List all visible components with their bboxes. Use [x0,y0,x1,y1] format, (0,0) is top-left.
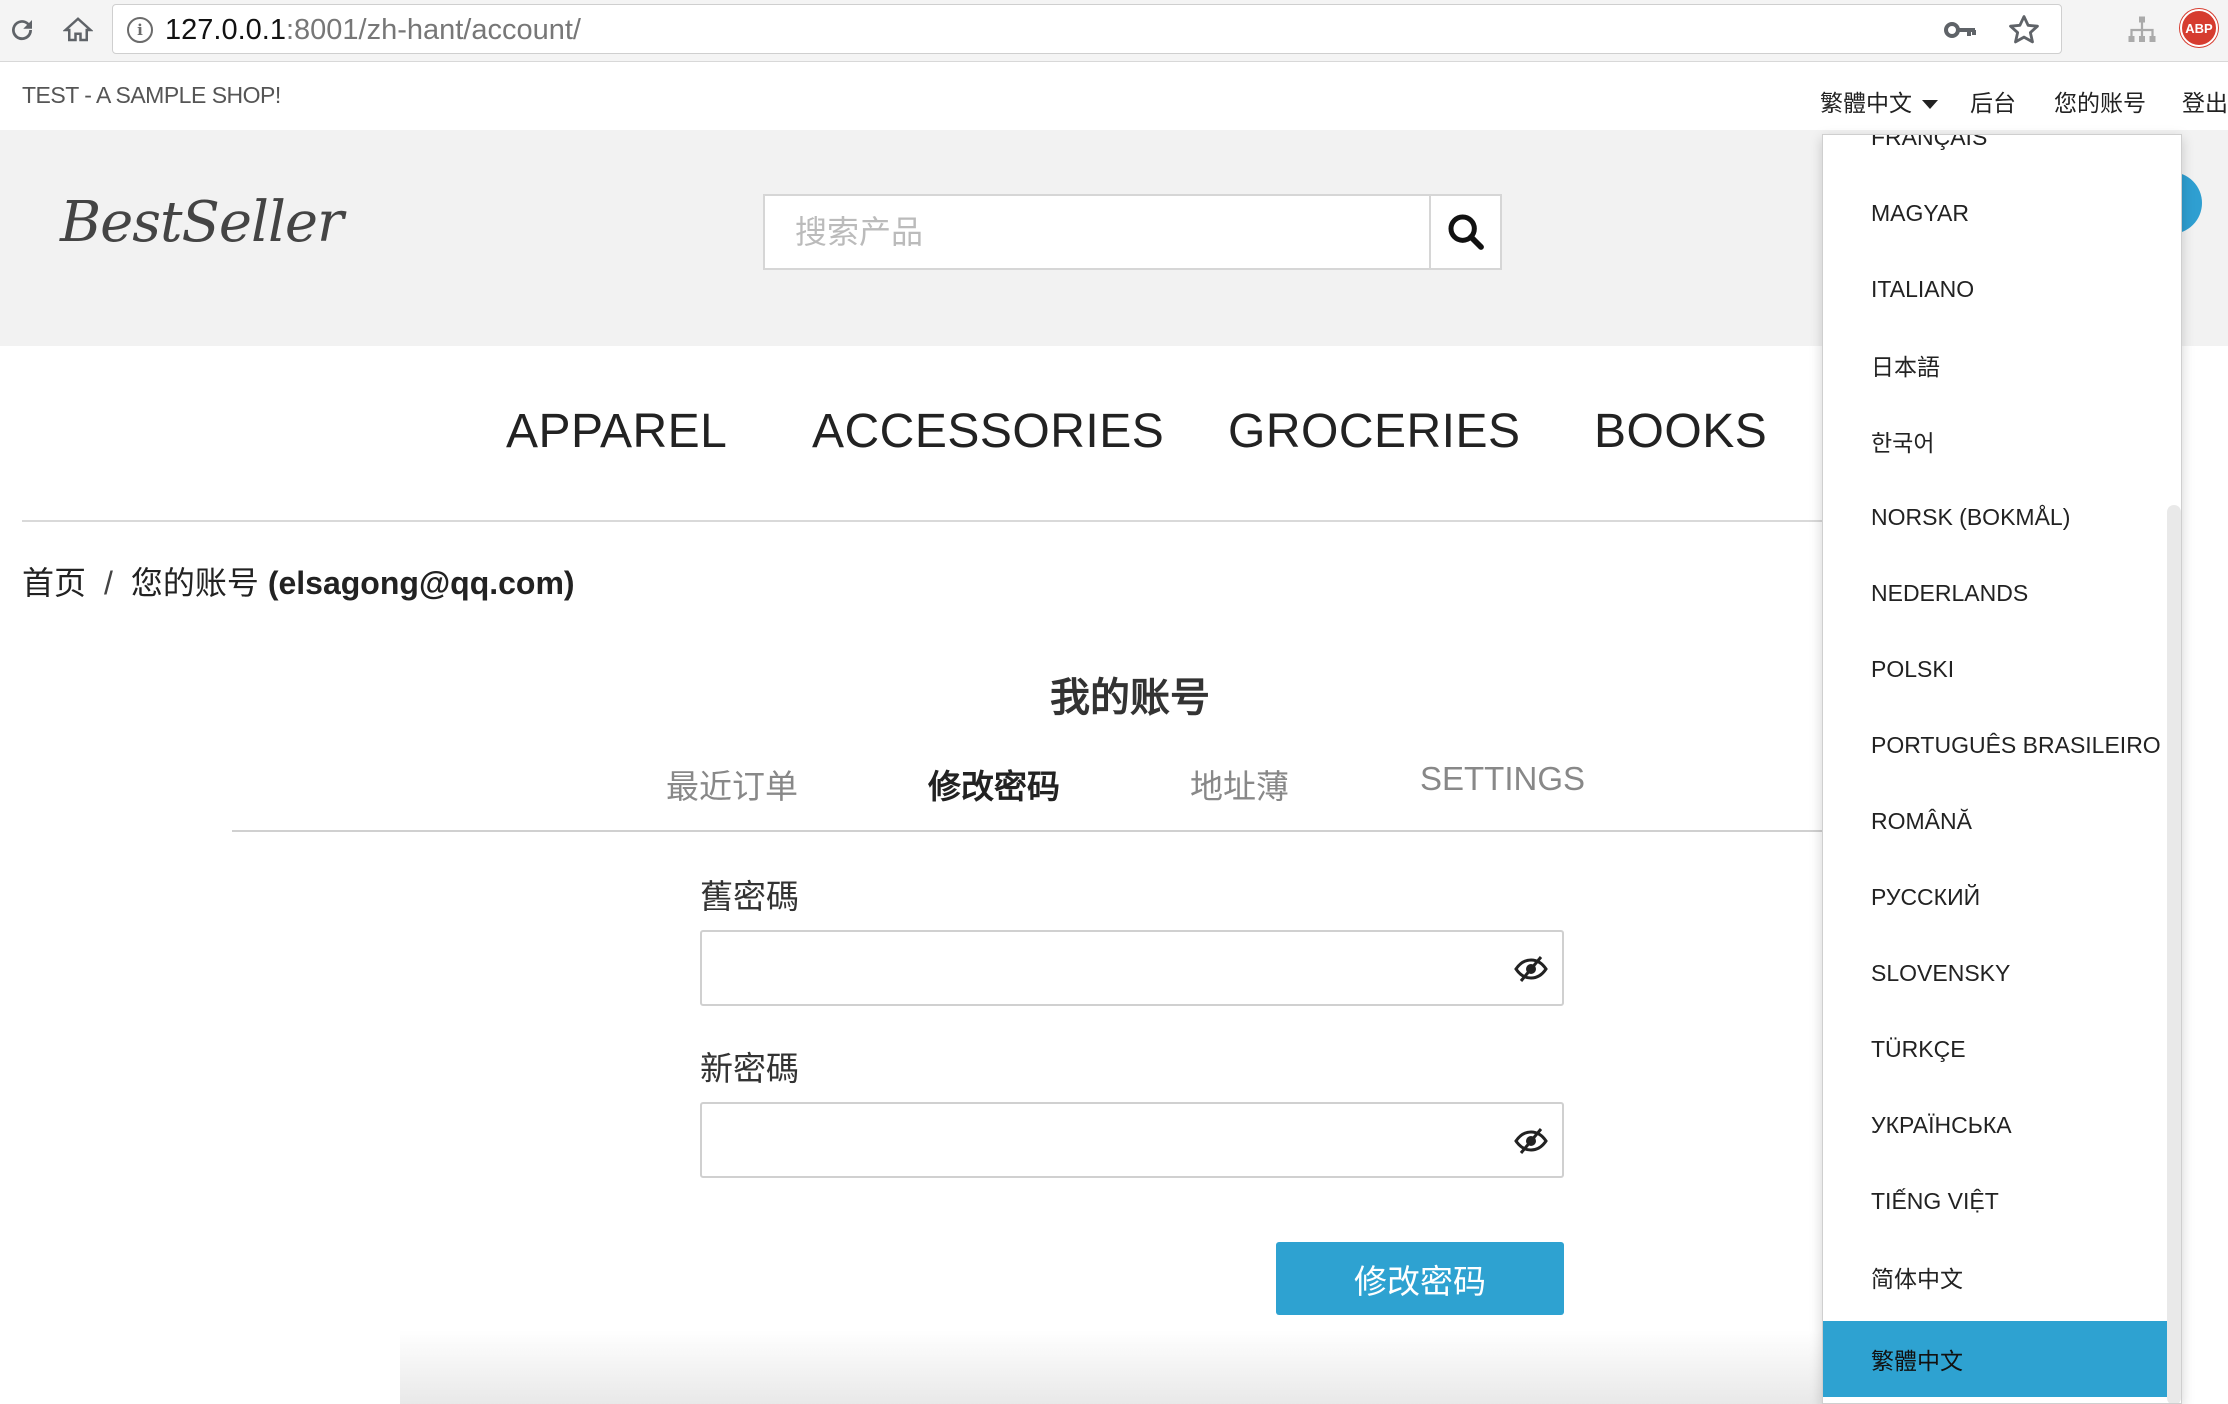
new-password-label: 新密碼 [700,1050,799,1087]
top-bar: TEST - A SAMPLE SHOP! 繁體中文 后台 您的账号 登出 [0,64,2228,130]
tab-change-password[interactable]: 修改密码 [928,760,1060,808]
address-bar[interactable]: i 127.0.0.1:8001/zh-hant/account/ [112,4,2062,54]
bottom-shadow [400,1330,1830,1404]
search-input[interactable] [765,196,1429,268]
language-dropdown-toggle[interactable]: 繁體中文 [1820,84,1938,118]
lang-item-slovensky[interactable]: SLOVENSKY [1823,935,2167,1011]
account-link[interactable]: 您的账号 [2054,84,2146,118]
lang-item-turkce[interactable]: TÜRKÇE [1823,1011,2167,1087]
reload-icon[interactable] [2,10,42,50]
caret-down-icon [1922,100,1938,110]
url-path: :8001/zh-hant/account/ [285,14,581,46]
nav-divider [22,520,1822,522]
lang-item-nederlands[interactable]: NEDERLANDS [1823,555,2167,631]
key-icon[interactable] [1943,16,1977,44]
breadcrumb-home[interactable]: 首页 [22,565,86,601]
lang-item-korean[interactable]: 한국어 [1823,403,2167,479]
lang-item-traditional-chinese[interactable]: 繁體中文 [1823,1321,2167,1397]
lang-item-ukrainian[interactable]: УКРАЇНСЬКА [1823,1087,2167,1163]
site-logo[interactable]: BestSeller [60,190,344,255]
tabs-divider [232,830,1822,832]
url-text: 127.0.0.1:8001/zh-hant/account/ [165,14,581,47]
breadcrumb: 首页 / 您的账号 (elsagong@qq.com) [22,558,575,604]
change-password-button[interactable]: 修改密码 [1276,1242,1564,1315]
lang-item-russian[interactable]: РУССКИЙ [1823,859,2167,935]
eye-slash-icon[interactable] [1514,1126,1548,1156]
language-menu: FRANÇAIS MAGYAR ITALIANO 日本語 한국어 NORSK (… [1822,134,2182,1404]
breadcrumb-email: (elsagong@qq.com) [267,565,575,601]
home-icon[interactable] [58,10,98,50]
language-menu-scrollbar[interactable] [2167,505,2181,1403]
old-password-box [700,930,1564,1006]
nav-item-books[interactable]: BOOKS [1594,404,1767,459]
bookmark-star-icon[interactable] [2007,13,2041,47]
lang-item-francais[interactable]: FRANÇAIS [1823,135,2167,175]
breadcrumb-separator: / [104,565,113,601]
search-button[interactable] [1429,194,1502,270]
old-password-input[interactable] [702,932,1562,1004]
tab-recent-orders[interactable]: 最近订单 [666,760,798,808]
lang-item-polski[interactable]: POLSKI [1823,631,2167,707]
tab-address-book[interactable]: 地址薄 [1190,760,1289,808]
lang-item-portugues[interactable]: PORTUGUÊS BRASILEIRO [1823,707,2167,783]
breadcrumb-current: 您的账号 [130,565,259,601]
language-current: 繁體中文 [1820,90,1912,116]
nav-item-accessories[interactable]: ACCESSORIES [812,404,1164,459]
lang-item-norsk[interactable]: NORSK (BOKMÅL) [1823,479,2167,555]
shop-name: TEST - A SAMPLE SHOP! [22,82,281,108]
lang-item-simplified-chinese[interactable]: 简体中文 [1823,1239,2167,1315]
logout-link[interactable]: 登出 [2182,84,2228,118]
nav-item-apparel[interactable]: APPAREL [506,404,727,459]
lang-item-magyar[interactable]: MAGYAR [1823,175,2167,251]
admin-link[interactable]: 后台 [1970,84,2016,118]
search-icon [1448,214,1484,250]
lang-item-italiano[interactable]: ITALIANO [1823,251,2167,327]
lang-item-romana[interactable]: ROMÂNĂ [1823,783,2167,859]
nav-item-groceries[interactable]: GROCERIES [1228,404,1521,459]
new-password-input[interactable] [702,1104,1562,1176]
info-icon[interactable]: i [127,17,153,43]
search-box [763,194,1429,270]
lang-item-vietnamese[interactable]: TIẾNG VIỆT [1823,1163,2167,1239]
lang-item-japanese[interactable]: 日本語 [1823,327,2167,403]
tab-settings[interactable]: SETTINGS [1420,760,1585,798]
url-host: 127.0.0.1 [165,14,286,46]
browser-toolbar: i 127.0.0.1:8001/zh-hant/account/ ABP [0,0,2228,62]
new-password-box [700,1102,1564,1178]
eye-slash-icon[interactable] [1514,954,1548,984]
old-password-label: 舊密碼 [700,878,799,915]
extension-sitemap-icon[interactable] [2124,12,2160,48]
page-title: 我的账号 [1050,676,1210,720]
adblock-icon[interactable]: ABP [2180,9,2218,47]
